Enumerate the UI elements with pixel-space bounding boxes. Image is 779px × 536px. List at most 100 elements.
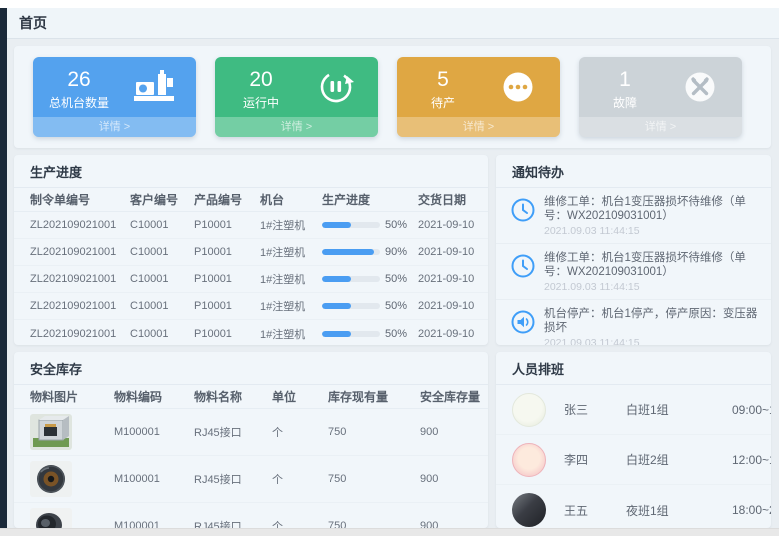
- stat-value: 5: [397, 68, 489, 92]
- tab-home[interactable]: 首页: [19, 13, 47, 33]
- stat-value: 20: [215, 68, 307, 92]
- col-header: 机台: [260, 191, 322, 208]
- machine-name: 1#注塑机: [260, 244, 322, 260]
- list-item[interactable]: 张三 白班1组 09:00~12:00: [496, 385, 771, 435]
- detail-link[interactable]: 详情 >: [397, 117, 560, 137]
- progress-percent: 90%: [385, 246, 407, 258]
- stat-label: 故障: [579, 94, 671, 111]
- staff-shift: 白班1组: [626, 401, 718, 418]
- staff-name: 王五: [564, 502, 626, 519]
- avatar: [512, 393, 546, 427]
- notice-time: 2021.09.03 11:44:15: [544, 337, 759, 345]
- list-item[interactable]: 王五 夜班1组 18:00~24:00: [496, 485, 771, 528]
- progress-percent: 50%: [385, 219, 407, 231]
- staff-time: 18:00~24:00: [718, 503, 771, 517]
- col-header: 客户编号: [130, 191, 194, 208]
- stat-card-waiting[interactable]: 5 待产 详情 >: [397, 57, 560, 137]
- progress-bar: [322, 222, 380, 228]
- safe-stock-qty: 900: [420, 426, 480, 438]
- machine-name: 1#注塑机: [260, 298, 322, 314]
- delivery-date: 2021-09-10: [418, 328, 480, 340]
- material-name: RJ45接口: [194, 518, 272, 528]
- staff-time: 12:00~16:00: [718, 453, 771, 467]
- col-header: 单位: [272, 388, 328, 405]
- notices-title: 通知待办: [496, 155, 771, 188]
- col-header: 产品编号: [194, 191, 260, 208]
- col-header: 交货日期: [418, 191, 480, 208]
- table-row[interactable]: ZL202109021001 C10001 P10001 1#注塑机 50% 2…: [14, 266, 488, 293]
- speaker-icon: [510, 309, 536, 335]
- table-row[interactable]: M100001 RJ45接口 个 750 900: [14, 409, 488, 456]
- progress-percent: 50%: [385, 273, 407, 285]
- stock-qty: 750: [328, 473, 420, 485]
- top-strip: [0, 0, 779, 8]
- clock-icon: [510, 253, 536, 279]
- stock-qty: 750: [328, 520, 420, 528]
- detail-link[interactable]: 详情 >: [579, 117, 742, 137]
- notices-panel: 通知待办 维修工单：机台1变压器损坏待维修（单号：WX202109031001）…: [496, 155, 771, 345]
- progress-bar: [322, 303, 380, 309]
- customer-no: C10001: [130, 273, 194, 285]
- staff-name: 李四: [564, 451, 626, 468]
- staff-title: 人员排班: [496, 352, 771, 385]
- staff-name: 张三: [564, 401, 626, 418]
- list-item[interactable]: 维修工单：机台1变压器损坏待维修（单号：WX202109031001） 2021…: [496, 188, 771, 244]
- stat-card-fault[interactable]: 1 故障 详情 >: [579, 57, 742, 137]
- stat-card-running[interactable]: 20 运行中 详情 >: [215, 57, 378, 137]
- staff-shift: 夜班1组: [626, 502, 718, 519]
- dashboard-content: 26 总机台数量 详情 >: [7, 39, 779, 528]
- main-area: 首页 26 总机台数量: [7, 8, 779, 528]
- customer-no: C10001: [130, 328, 194, 340]
- delivery-date: 2021-09-10: [418, 273, 480, 285]
- col-header: 生产进度: [322, 191, 418, 208]
- table-row[interactable]: ZL202109021001 C10001 P10001 1#注塑机 50% 2…: [14, 320, 488, 345]
- order-no: ZL202109021001: [30, 328, 130, 340]
- stat-label: 总机台数量: [33, 94, 125, 111]
- stat-value: 1: [579, 68, 671, 92]
- staff-time: 09:00~12:00: [718, 403, 771, 417]
- stat-label: 待产: [397, 94, 489, 111]
- round-connector-photo: [30, 461, 72, 497]
- material-unit: 个: [272, 471, 328, 487]
- stat-card-total-machines[interactable]: 26 总机台数量 详情 >: [33, 57, 196, 137]
- stats-panel: 26 总机台数量 详情 >: [14, 46, 771, 148]
- stock-table-header: 物料图片 物料编码 物料名称 单位 库存现有量 安全库存量: [14, 385, 488, 409]
- page-header: 首页: [7, 8, 779, 39]
- material-unit: 个: [272, 424, 328, 440]
- customer-no: C10001: [130, 246, 194, 258]
- table-row[interactable]: ZL202109021001 C10001 P10001 1#注塑机 50% 2…: [14, 212, 488, 239]
- machine-icon: [125, 69, 182, 105]
- delivery-date: 2021-09-10: [418, 300, 480, 312]
- safe-stock-qty: 900: [420, 520, 480, 528]
- production-table-header: 制令单编号 客户编号 产品编号 机台 生产进度 交货日期: [14, 188, 488, 212]
- speaker-photo: [30, 508, 72, 528]
- list-item[interactable]: 机台停产：机台1停产，停产原因：变压器损坏 2021.09.03 11:44:1…: [496, 300, 771, 345]
- avatar: [512, 493, 546, 527]
- list-item[interactable]: 李四 白班2组 12:00~16:00: [496, 435, 771, 485]
- progress-bar: [322, 331, 380, 337]
- table-row[interactable]: ZL202109021001 C10001 P10001 1#注塑机 90% 2…: [14, 239, 488, 266]
- notice-text: 维修工单：机台1变压器损坏待维修（单号：WX202109031001）: [544, 195, 759, 223]
- product-no: P10001: [194, 328, 260, 340]
- list-item[interactable]: 维修工单：机台1变压器损坏待维修（单号：WX202109031001） 2021…: [496, 244, 771, 300]
- production-title: 生产进度: [14, 155, 488, 188]
- detail-link[interactable]: 详情 >: [215, 117, 378, 137]
- notice-text: 维修工单：机台1变压器损坏待维修（单号：WX202109031001）: [544, 251, 759, 279]
- table-row[interactable]: ZL202109021001 C10001 P10001 1#注塑机 50% 2…: [14, 293, 488, 320]
- material-code: M100001: [114, 520, 194, 528]
- stat-value: 26: [33, 68, 125, 92]
- table-row[interactable]: M100001 RJ45接口 个 750 900: [14, 503, 488, 528]
- product-no: P10001: [194, 300, 260, 312]
- table-row[interactable]: M100001 RJ45接口 个 750 900: [14, 456, 488, 503]
- notice-time: 2021.09.03 11:44:15: [544, 225, 759, 237]
- bottom-scrollbar-track[interactable]: [0, 528, 779, 536]
- material-name: RJ45接口: [194, 471, 272, 487]
- col-header: 物料图片: [30, 388, 114, 405]
- delivery-date: 2021-09-10: [418, 219, 480, 231]
- product-no: P10001: [194, 273, 260, 285]
- progress-percent: 50%: [385, 328, 407, 340]
- material-code: M100001: [114, 473, 194, 485]
- product-no: P10001: [194, 246, 260, 258]
- progress-bar: [322, 249, 380, 255]
- detail-link[interactable]: 详情 >: [33, 117, 196, 137]
